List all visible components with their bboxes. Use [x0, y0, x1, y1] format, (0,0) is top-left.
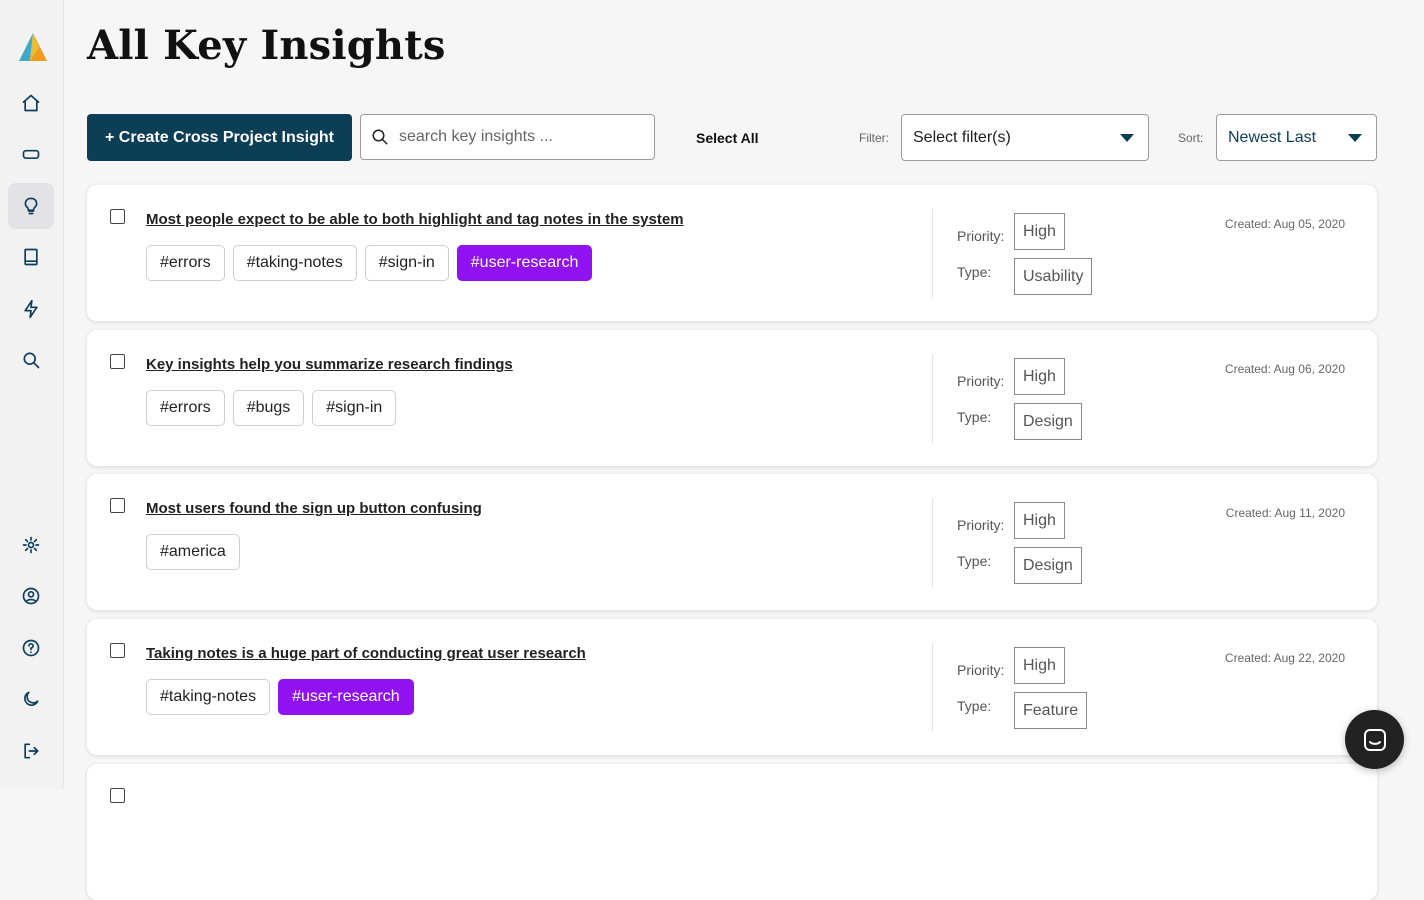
- tag-highlighted[interactable]: #user-research: [278, 679, 414, 715]
- priority-value: High: [1014, 358, 1065, 395]
- priority-label: Priority:: [957, 517, 1005, 533]
- divider: [932, 643, 933, 732]
- insight-title[interactable]: Taking notes is a huge part of conductin…: [146, 645, 586, 662]
- tag[interactable]: #taking-notes: [232, 245, 357, 281]
- insight-checkbox[interactable]: [110, 209, 125, 224]
- lightbulb-icon: [24, 197, 38, 215]
- chat-icon: [1363, 728, 1386, 751]
- nav-help[interactable]: [8, 625, 54, 671]
- nav-settings[interactable]: [8, 522, 54, 568]
- tag-list: #errors #taking-notes #sign-in #user-res…: [146, 245, 593, 281]
- priority-label: Priority:: [957, 662, 1005, 678]
- search-box: [360, 114, 655, 160]
- divider: [932, 354, 933, 443]
- chat-launcher-button[interactable]: [1345, 710, 1404, 769]
- created-date: Created: Aug 05, 2020: [1224, 217, 1345, 231]
- search-icon: [372, 129, 388, 145]
- divider: [932, 209, 933, 298]
- logout-icon: [24, 743, 39, 759]
- insight-card[interactable]: Most users found the sign up button conf…: [87, 474, 1377, 610]
- type-label: Type:: [957, 698, 992, 714]
- created-date: Created: Aug 06, 2020: [1224, 362, 1345, 376]
- tag[interactable]: #taking-notes: [146, 679, 271, 715]
- select-all-button[interactable]: Select All: [696, 130, 759, 146]
- created-date: Created: Aug 22, 2020: [1224, 651, 1345, 665]
- priority-label: Priority:: [957, 373, 1005, 389]
- tag[interactable]: #bugs: [232, 390, 305, 426]
- gear-icon: [22, 536, 40, 554]
- type-value: Design: [1014, 403, 1082, 440]
- tag-list: #taking-notes #user-research: [146, 679, 414, 715]
- filter-label: Filter:: [859, 131, 889, 145]
- nav-search[interactable]: [8, 337, 54, 383]
- tag[interactable]: #america: [146, 534, 240, 570]
- search-input[interactable]: [397, 127, 641, 147]
- priority-value: High: [1014, 213, 1065, 250]
- help-icon: [22, 639, 40, 657]
- insight-title[interactable]: Most people expect to be able to both hi…: [146, 211, 684, 228]
- insight-card[interactable]: Most people expect to be able to both hi…: [87, 185, 1377, 321]
- nav-dark-mode[interactable]: [8, 676, 54, 722]
- sort-select[interactable]: Newest Last: [1216, 114, 1377, 161]
- insight-checkbox[interactable]: [110, 354, 125, 369]
- priority-value: High: [1014, 502, 1065, 539]
- nav-library[interactable]: [8, 234, 54, 280]
- insight-checkbox[interactable]: [110, 498, 125, 513]
- sidebar: [0, 0, 64, 789]
- insight-card[interactable]: Key insights help you summarize research…: [87, 330, 1377, 466]
- tag[interactable]: #sign-in: [364, 245, 449, 281]
- type-value: Feature: [1014, 692, 1088, 729]
- type-value: Design: [1014, 547, 1082, 584]
- ticket-icon: [22, 149, 40, 159]
- tag[interactable]: #errors: [146, 245, 225, 281]
- tag-list: #america: [146, 534, 240, 570]
- nav-home[interactable]: [8, 80, 54, 126]
- insight-checkbox[interactable]: [110, 643, 125, 658]
- book-icon: [24, 248, 38, 266]
- priority-label: Priority:: [957, 228, 1005, 244]
- search-icon: [23, 352, 40, 369]
- nav-insights[interactable]: [8, 183, 54, 229]
- user-circle-icon: [22, 587, 40, 605]
- tag[interactable]: #sign-in: [312, 390, 397, 426]
- type-label: Type:: [957, 264, 992, 280]
- tag-highlighted[interactable]: #user-research: [456, 245, 593, 281]
- insight-card[interactable]: Taking notes is a huge part of conductin…: [87, 619, 1377, 755]
- filter-select-value: Select filter(s): [913, 128, 1011, 146]
- nav-profile[interactable]: [8, 573, 54, 619]
- sort-select-value: Newest Last: [1228, 128, 1317, 146]
- nav-tickets[interactable]: [8, 131, 54, 177]
- insight-title[interactable]: Key insights help you summarize research…: [146, 356, 513, 373]
- home-icon: [22, 94, 40, 112]
- sort-label: Sort:: [1178, 131, 1204, 145]
- page-title: All Key Insights: [87, 22, 446, 69]
- lightning-icon: [24, 299, 38, 319]
- filter-select[interactable]: Select filter(s): [901, 114, 1149, 161]
- tag[interactable]: #errors: [146, 390, 225, 426]
- tag-list: #errors #bugs #sign-in: [146, 390, 397, 426]
- app-logo-icon[interactable]: [17, 31, 49, 63]
- divider: [932, 498, 933, 587]
- type-label: Type:: [957, 409, 992, 425]
- caret-down-icon: [1120, 133, 1134, 142]
- priority-value: High: [1014, 647, 1065, 684]
- insight-card[interactable]: [87, 764, 1377, 900]
- create-cross-project-insight-button[interactable]: + Create Cross Project Insight: [87, 114, 352, 161]
- type-label: Type:: [957, 553, 992, 569]
- nav-actions[interactable]: [8, 286, 54, 332]
- insight-title[interactable]: Most users found the sign up button conf…: [146, 500, 482, 517]
- type-value: Usability: [1014, 258, 1093, 295]
- nav-logout[interactable]: [8, 728, 54, 774]
- insight-checkbox[interactable]: [110, 788, 125, 803]
- caret-down-icon: [1348, 133, 1362, 142]
- created-date: Created: Aug 11, 2020: [1225, 506, 1345, 520]
- moon-icon: [24, 691, 39, 706]
